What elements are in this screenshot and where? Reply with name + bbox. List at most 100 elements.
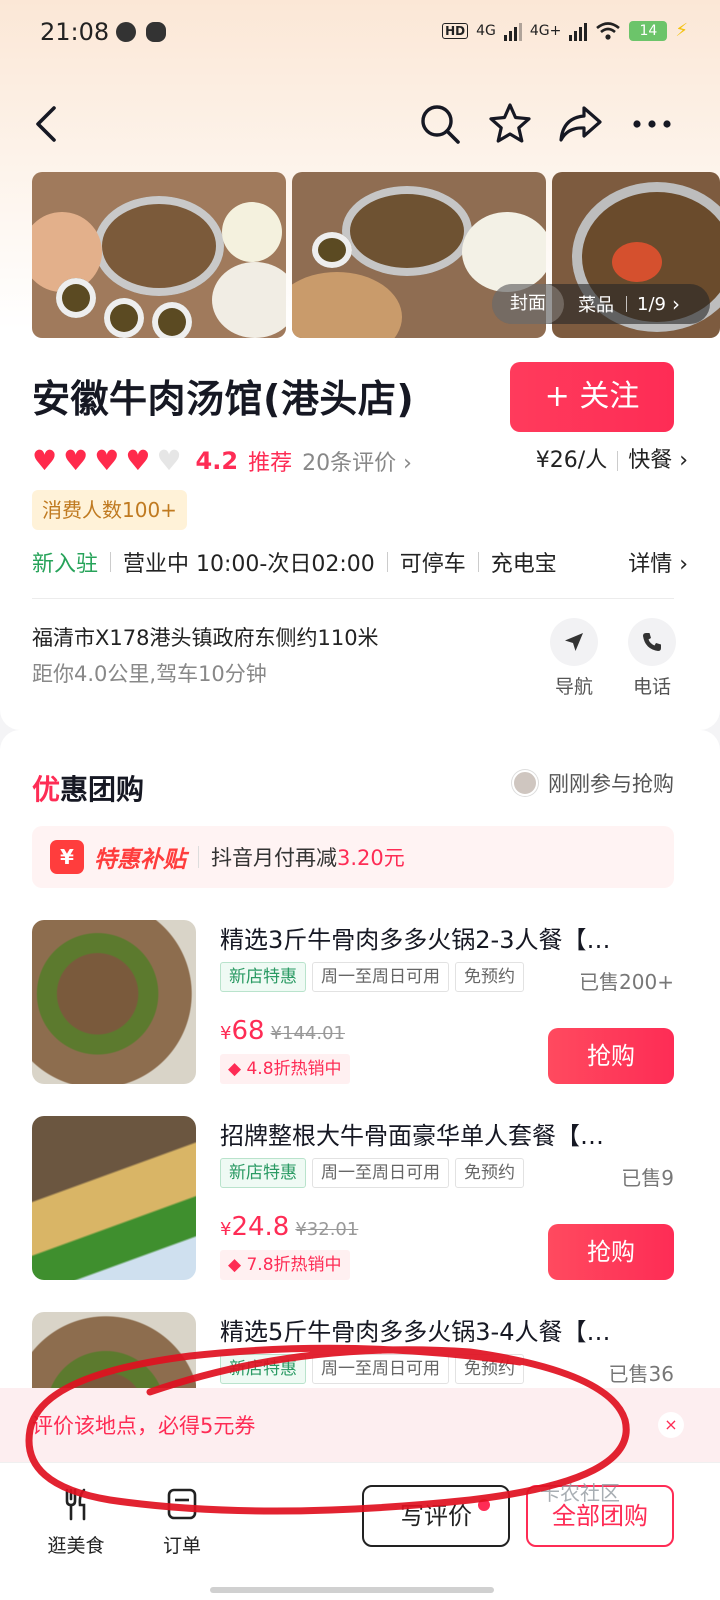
- utensils-icon: [65, 1488, 86, 1521]
- navigate-button[interactable]: 导航: [546, 618, 602, 699]
- wechat-icon: [146, 22, 166, 42]
- explore-food-button[interactable]: 逛美食: [36, 1487, 116, 1558]
- tab-dishes[interactable]: 菜品: [564, 291, 626, 317]
- deal-tag: 新店特惠: [220, 1158, 306, 1188]
- consumer-count-badge: 消费人数100+: [32, 490, 187, 530]
- sold-count: 已售200+: [579, 970, 674, 994]
- deal-tag: 周一至周日可用: [312, 1158, 449, 1188]
- store-distance: 距你4.0公里,驾车10分钟: [32, 662, 267, 686]
- divider: [32, 598, 674, 599]
- heart-icon: ♥: [156, 444, 182, 477]
- write-review-label: 写评价: [400, 1502, 472, 1530]
- deal-tag: 新店特惠: [220, 962, 306, 992]
- deal-tag: 免预约: [455, 1158, 524, 1188]
- phone-icon: [628, 618, 676, 666]
- deal-price: ¥68 ¥144.01: [220, 1016, 345, 1046]
- heart-icon: ♥: [94, 444, 120, 477]
- discount-badge: ◆ 7.8折热销中: [220, 1250, 350, 1280]
- chevron-left-icon[interactable]: [28, 100, 68, 148]
- recent-buyers-text: 刚刚参与抢购: [548, 772, 674, 796]
- search-icon[interactable]: [416, 100, 464, 148]
- status-time: 21:08: [40, 18, 110, 46]
- store-info-row: 新入驻 营业中 10:00-次日02:00 可停车 充电宝 详情 ›: [32, 544, 688, 580]
- review-prompt-banner[interactable]: 评价该地点，必得5元券 ×: [0, 1388, 720, 1462]
- watermark: 卡农社区: [540, 1481, 620, 1505]
- hd-icon: HD: [442, 22, 469, 39]
- network-1-label: 4G: [476, 22, 496, 39]
- close-icon[interactable]: ×: [658, 1412, 684, 1438]
- rating-row: ♥ ♥ ♥ ♥ ♥ 4.2 推荐 20条评价 › ¥26/人 快餐 ›: [32, 444, 688, 478]
- share-icon[interactable]: [556, 100, 604, 148]
- charging-icon: ⚡: [675, 20, 688, 41]
- deal-tag: 免预约: [455, 962, 524, 992]
- deal-tag: 新店特惠: [220, 1354, 306, 1384]
- review-prompt-text: 评价该地点，必得5元券: [32, 1414, 256, 1438]
- wifi-icon: [596, 21, 621, 40]
- orders-button[interactable]: 订单: [142, 1487, 222, 1558]
- navigation-arrow-icon: [550, 618, 598, 666]
- deal-tag: 免预约: [455, 1354, 524, 1384]
- buy-button[interactable]: 抢购: [548, 1028, 674, 1084]
- deal-thumbnail: [32, 920, 196, 1084]
- subsidy-title: 特惠补贴: [94, 847, 186, 873]
- discount-badge: ◆ 4.8折热销中: [220, 1054, 350, 1084]
- gallery-switcher[interactable]: 封面 菜品 1/9 ›: [492, 284, 710, 324]
- price-category[interactable]: ¥26/人 快餐 ›: [536, 444, 688, 478]
- order-icon: [167, 1488, 197, 1520]
- details-link[interactable]: 详情 ›: [628, 546, 688, 578]
- network-2-label: 4G+: [529, 22, 562, 39]
- rating-score: 4.2: [195, 447, 239, 475]
- heart-icon: ♥: [125, 444, 151, 477]
- deal-title: 招牌整根大牛骨面豪华单人套餐【…: [220, 1122, 604, 1150]
- status-bar: 21:08 HD 4G 4G+ 14 ⚡: [0, 0, 720, 68]
- globe-icon: [116, 22, 136, 42]
- gallery-photo[interactable]: [32, 172, 286, 338]
- follow-button[interactable]: + 关注: [510, 362, 674, 432]
- write-review-button[interactable]: 写评价: [362, 1485, 510, 1547]
- deal-thumbnail: [32, 1116, 196, 1280]
- chevron-right-icon[interactable]: ›: [666, 292, 680, 316]
- deal-tag: 周一至周日可用: [312, 1354, 449, 1384]
- subsidy-text: 抖音月付再减3.20元: [211, 846, 405, 870]
- deal-tag: 周一至周日可用: [312, 962, 449, 992]
- more-icon[interactable]: [628, 100, 676, 148]
- deal-item[interactable]: 精选3斤牛骨肉多多火锅2-3人餐【… 新店特惠 周一至周日可用 免预约 已售20…: [32, 920, 674, 1086]
- heart-icon: ♥: [63, 444, 89, 477]
- subsidy-banner[interactable]: ¥ 特惠补贴 抖音月付再减3.20元: [32, 826, 674, 888]
- status-notification-icons: [116, 22, 166, 42]
- category-link[interactable]: 快餐 ›: [628, 448, 688, 473]
- navigate-label: 导航: [554, 676, 593, 698]
- status-indicators: HD 4G 4G+ 14 ⚡: [442, 20, 688, 41]
- original-price: ¥32.01: [295, 1219, 359, 1240]
- sold-count: 已售36: [608, 1362, 674, 1386]
- phone-label: 电话: [632, 676, 671, 698]
- price-per-person: ¥26/人: [535, 448, 608, 473]
- home-indicator[interactable]: [210, 1587, 494, 1593]
- bottom-action-bar: 逛美食 订单 写评价 全部团购 卡农社区: [0, 1462, 720, 1600]
- store-address[interactable]: 福清市X178港头镇政府东侧约110米: [32, 622, 379, 652]
- reviews-link[interactable]: 20条评价 ›: [302, 445, 412, 477]
- avatar: [512, 770, 538, 796]
- business-hours: 营业中 10:00-次日02:00: [123, 552, 375, 577]
- deal-title: 精选5斤牛骨肉多多火锅3-4人餐【…: [220, 1318, 611, 1346]
- store-name: 安徽牛肉汤馆(港头店): [32, 377, 415, 421]
- explore-food-label: 逛美食: [47, 1535, 105, 1557]
- recommend-label: 推荐: [248, 451, 293, 476]
- deal-item[interactable]: 招牌整根大牛骨面豪华单人套餐【… 新店特惠 周一至周日可用 免预约 已售9 ¥2…: [32, 1116, 674, 1282]
- top-nav-bar: [0, 88, 720, 160]
- original-price: ¥144.01: [270, 1023, 345, 1044]
- tab-cover[interactable]: 封面: [492, 284, 564, 324]
- signal-2-icon: [569, 21, 588, 41]
- deal-tags: 新店特惠 周一至周日可用 免预约: [220, 1354, 524, 1384]
- buy-button[interactable]: 抢购: [548, 1224, 674, 1280]
- phone-button[interactable]: 电话: [624, 618, 680, 699]
- photo-counter: 1/9: [637, 293, 666, 315]
- yen-badge-icon: ¥: [50, 840, 84, 874]
- new-store-tag: 新入驻: [32, 552, 99, 577]
- section-title: 优惠团购: [32, 773, 145, 806]
- star-icon[interactable]: [486, 100, 534, 148]
- deal-tags: 新店特惠 周一至周日可用 免预约: [220, 1158, 524, 1188]
- heart-icon: ♥: [32, 444, 58, 477]
- deal-tags: 新店特惠 周一至周日可用 免预约: [220, 962, 524, 992]
- photo-gallery[interactable]: 封面 菜品 1/9 ›: [32, 172, 720, 338]
